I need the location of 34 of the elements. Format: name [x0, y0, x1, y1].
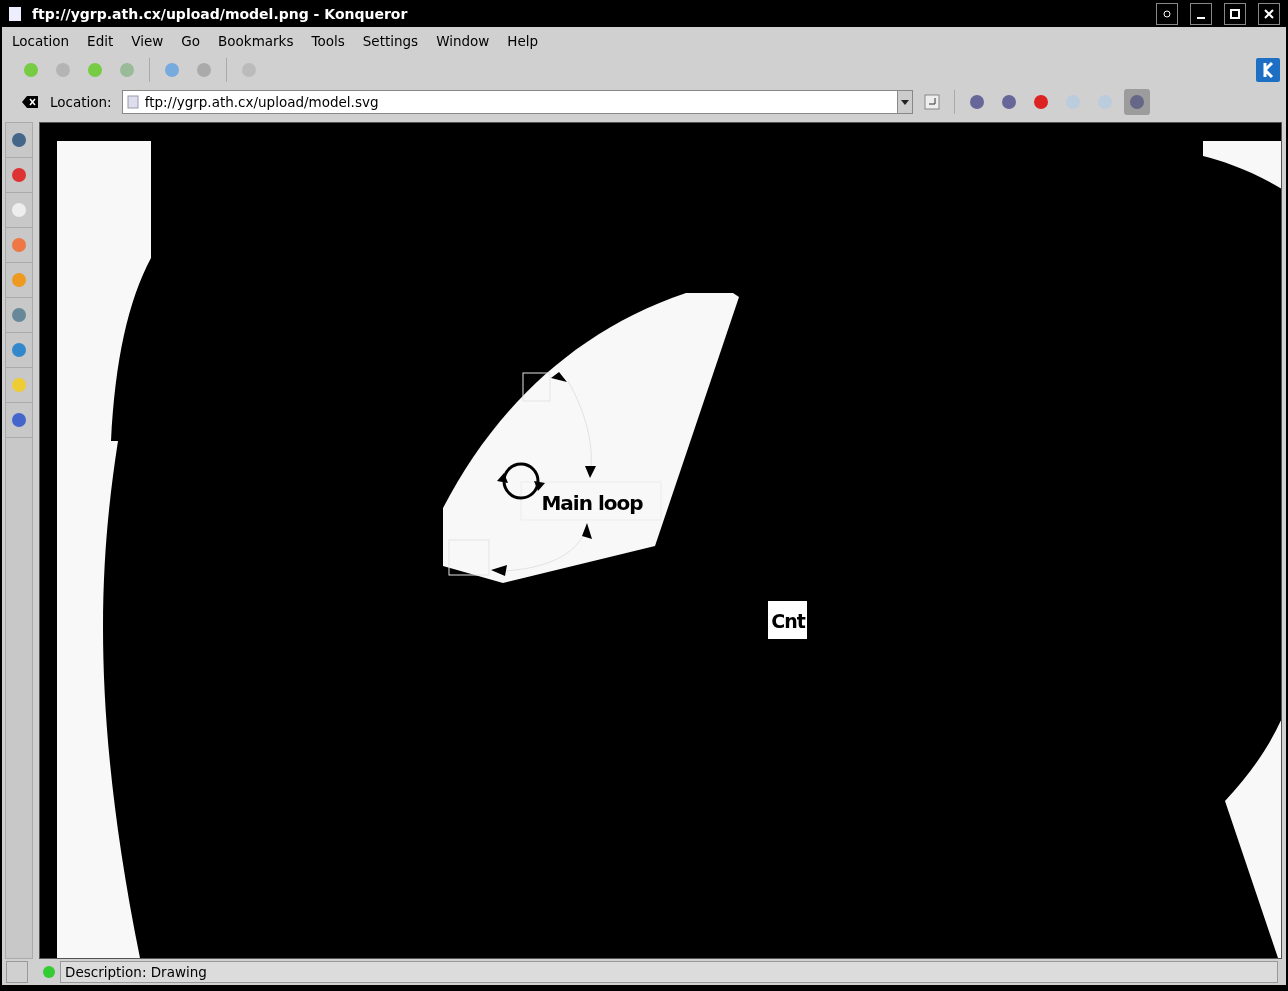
enter-icon	[923, 94, 940, 110]
close-icon	[1264, 8, 1274, 19]
file-icon	[126, 95, 139, 109]
menu-item[interactable]: Location	[12, 30, 77, 51]
minimize-icon	[1197, 16, 1205, 19]
kde-logo-icon	[1256, 58, 1280, 82]
location-label: Location:	[50, 94, 112, 110]
menu-item[interactable]: Window	[436, 30, 497, 51]
clear-location-icon[interactable]	[22, 96, 38, 108]
maximize-button[interactable]	[1224, 2, 1246, 25]
status-led-icon	[42, 965, 56, 979]
tag-label: Cnt	[768, 601, 807, 639]
status-box	[6, 961, 28, 983]
document-icon	[8, 5, 22, 22]
menu-item[interactable]: Settings	[362, 30, 426, 51]
faint-box-icon	[448, 539, 490, 576]
close-button[interactable]	[1258, 2, 1280, 25]
status-text: Description: Drawing	[60, 961, 1278, 983]
menu-item[interactable]: Tools	[311, 30, 352, 51]
menu-item[interactable]: Help	[507, 30, 546, 51]
maximize-icon	[1230, 8, 1240, 19]
window-title: ftp://ygrp.ath.cx/upload/model.png - Konqueror	[32, 5, 409, 22]
menu-item[interactable]: Go	[181, 30, 208, 51]
caret-icon	[900, 99, 909, 105]
location-field[interactable]: ftp://ygrp.ath.cx/upload/model.svg	[121, 90, 898, 114]
menu-item[interactable]: Edit	[87, 30, 121, 51]
loop-icon	[497, 462, 545, 500]
menu-item[interactable]: Bookmarks	[218, 30, 301, 51]
node-label: Main loop	[541, 491, 643, 515]
faint-box-icon	[522, 372, 551, 402]
help-button[interactable]	[1156, 2, 1178, 25]
menu-item[interactable]: View	[131, 30, 171, 51]
minimize-button[interactable]	[1190, 2, 1212, 25]
toolbar-button[interactable]	[1123, 89, 1150, 115]
